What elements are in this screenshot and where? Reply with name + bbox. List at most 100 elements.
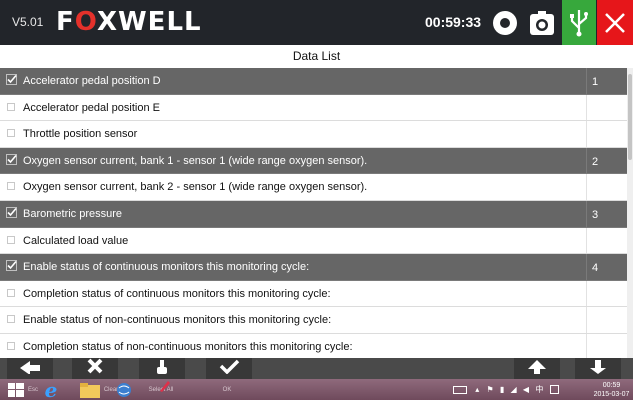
list-item-label: Completion status of continuous monitors… bbox=[23, 287, 331, 300]
logo-suffix: XWELL bbox=[96, 7, 202, 37]
arrow-down-icon bbox=[590, 360, 606, 374]
list-item[interactable]: Oxygen sensor current, bank 2 - sensor 1… bbox=[0, 174, 627, 201]
selection-index-cell bbox=[586, 174, 627, 200]
list-item-label: Throttle position sensor bbox=[23, 128, 138, 141]
list-item[interactable]: Oxygen sensor current, bank 1 - sensor 1… bbox=[0, 147, 627, 175]
scrollbar-thumb[interactable] bbox=[628, 74, 632, 160]
ime-mode-icon[interactable] bbox=[549, 385, 559, 395]
title-bar: Data List bbox=[0, 45, 633, 69]
selection-index-cell bbox=[586, 227, 627, 254]
windows-taskbar: Esc e Clear All Select All OK ▴ ⚑ ▮ ◢ ◀ … bbox=[0, 379, 633, 400]
foxwell-logo: FOXWELL bbox=[56, 7, 202, 37]
tray-expand-icon[interactable]: ▴ bbox=[475, 385, 479, 394]
list-item[interactable]: Completion status of non-continuous moni… bbox=[0, 333, 627, 358]
selection-index-cell bbox=[586, 333, 627, 358]
esc-button[interactable] bbox=[7, 358, 53, 379]
ime-indicator[interactable]: 中 bbox=[535, 385, 543, 394]
list-item-label: Enable status of non-continuous monitors… bbox=[23, 314, 332, 327]
record-icon bbox=[493, 10, 517, 35]
signal-icon[interactable]: ◢ bbox=[511, 385, 517, 394]
system-tray: ▴ ⚑ ▮ ◢ ◀ 中 bbox=[453, 384, 559, 395]
list-item[interactable]: Throttle position sensor bbox=[0, 121, 627, 148]
list-item[interactable]: Barometric pressure 3 bbox=[0, 200, 627, 228]
list-item-label: Accelerator pedal position E bbox=[23, 101, 160, 114]
list-item-label: Oxygen sensor current, bank 1 - sensor 1… bbox=[23, 154, 368, 167]
taskbar-time: 00:59 bbox=[602, 382, 621, 389]
checkmark-icon bbox=[219, 359, 240, 374]
selection-index: 4 bbox=[592, 262, 599, 275]
scroll-up-button[interactable] bbox=[514, 358, 560, 379]
list-item-label: Enable status of continuous monitors thi… bbox=[23, 261, 310, 274]
logo-prefix: F bbox=[56, 7, 75, 37]
list-item[interactable]: Completion status of continuous monitors… bbox=[0, 280, 627, 308]
close-button[interactable] bbox=[597, 0, 633, 45]
selection-index-cell bbox=[586, 121, 627, 147]
camera-icon bbox=[529, 10, 554, 35]
list-item-label: Calculated load value bbox=[23, 234, 129, 247]
ie-icon: e bbox=[44, 377, 58, 402]
checkbox[interactable] bbox=[7, 102, 15, 111]
bottom-toolbar bbox=[0, 358, 633, 379]
session-timer: 00:59:33 bbox=[425, 14, 482, 30]
network-icon[interactable]: ▮ bbox=[500, 385, 504, 394]
pen-taskbar-button[interactable] bbox=[155, 375, 175, 396]
selection-index: 3 bbox=[592, 208, 599, 221]
app-header: V5.01 FOXWELL 00:59:33 bbox=[0, 0, 633, 45]
selection-index-cell: 2 bbox=[586, 147, 627, 174]
ok-button[interactable] bbox=[206, 358, 252, 379]
explorer-taskbar-button[interactable] bbox=[78, 379, 102, 400]
close-icon bbox=[605, 12, 625, 33]
page-title: Data List bbox=[292, 49, 341, 63]
list-item[interactable]: Enable status of non-continuous monitors… bbox=[0, 307, 627, 334]
checkbox[interactable] bbox=[7, 182, 15, 191]
keyboard-icon[interactable] bbox=[453, 385, 467, 394]
version-label: V5.01 bbox=[12, 15, 44, 29]
start-button[interactable] bbox=[5, 379, 27, 400]
folder-icon bbox=[80, 382, 100, 398]
checkbox-checked-icon[interactable] bbox=[6, 207, 17, 218]
logo-o: O bbox=[74, 7, 97, 37]
list-item[interactable]: Calculated load value bbox=[0, 227, 627, 255]
usb-button[interactable] bbox=[562, 0, 596, 45]
checkbox-checked-icon[interactable] bbox=[6, 260, 17, 272]
esc-label: Esc bbox=[28, 386, 39, 393]
selection-index-cell: 1 bbox=[586, 68, 627, 94]
checkbox[interactable] bbox=[7, 341, 15, 350]
list-item[interactable]: Accelerator pedal position E bbox=[0, 94, 627, 122]
checkbox[interactable] bbox=[7, 235, 15, 244]
list-item-label: Oxygen sensor current, bank 2 - sensor 1… bbox=[23, 181, 368, 194]
windows-logo-icon bbox=[8, 382, 24, 397]
ok-label: OK bbox=[222, 386, 232, 393]
volume-icon[interactable]: ◀ bbox=[523, 385, 529, 394]
checkbox[interactable] bbox=[7, 288, 15, 297]
ok-caption: OK bbox=[217, 379, 237, 400]
clear-all-button[interactable] bbox=[72, 358, 118, 379]
checkbox[interactable] bbox=[7, 129, 15, 138]
checkbox[interactable] bbox=[7, 315, 15, 324]
usb-icon bbox=[570, 9, 588, 36]
globe-icon bbox=[117, 382, 131, 397]
ie-taskbar-button[interactable]: e bbox=[38, 379, 64, 400]
selection-index-cell bbox=[586, 280, 627, 307]
scroll-down-button[interactable] bbox=[575, 358, 621, 379]
record-button[interactable] bbox=[487, 0, 523, 45]
selection-index-cell: 3 bbox=[586, 200, 627, 227]
checkbox-checked-icon[interactable] bbox=[6, 153, 17, 165]
selection-index-cell bbox=[586, 307, 627, 333]
flag-icon[interactable]: ⚑ bbox=[486, 385, 493, 394]
scrollbar[interactable] bbox=[627, 68, 633, 358]
selection-index: 2 bbox=[592, 155, 599, 168]
list-item[interactable]: Enable status of continuous monitors thi… bbox=[0, 254, 627, 281]
taskbar-date: 2015-03-07 bbox=[593, 391, 630, 398]
arrow-up-icon bbox=[528, 360, 546, 374]
list-item-label: Accelerator pedal position D bbox=[23, 75, 161, 87]
taskbar-clock[interactable]: 00:59 2015-03-07 bbox=[590, 381, 633, 399]
list-item-label: Completion status of non-continuous moni… bbox=[23, 340, 353, 353]
screenshot-button[interactable] bbox=[524, 0, 559, 45]
checkbox-checked-icon[interactable] bbox=[6, 74, 17, 85]
hand-pointer-icon bbox=[157, 360, 167, 374]
selection-index: 1 bbox=[592, 76, 599, 88]
esc-caption: Esc bbox=[28, 379, 38, 400]
media-taskbar-button[interactable] bbox=[112, 379, 136, 400]
list-item[interactable]: Accelerator pedal position D 1 bbox=[0, 68, 627, 95]
